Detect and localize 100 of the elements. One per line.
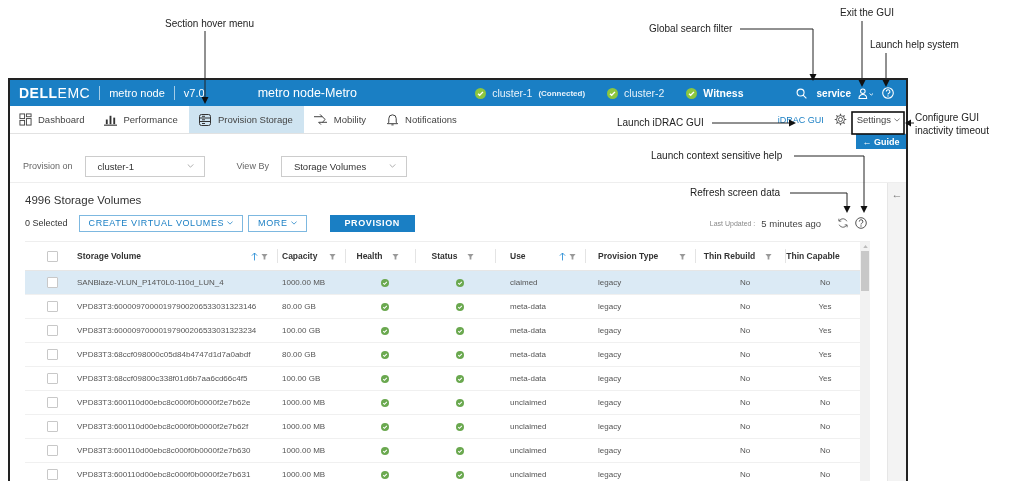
- section-title: 4996 Storage Volumes: [25, 194, 142, 208]
- highlight-frame: [851, 111, 905, 135]
- table-cell: 80.00 GB: [282, 302, 316, 311]
- column-header[interactable]: Health: [356, 251, 383, 261]
- nav-tab[interactable]: Performance: [95, 106, 189, 133]
- column-header[interactable]: Status: [431, 251, 458, 261]
- table-cell: 1000.00 MB: [282, 470, 326, 479]
- filter-icon[interactable]: [329, 252, 336, 260]
- cluster-name[interactable]: Witness: [703, 87, 744, 99]
- table-cell: legacy: [598, 302, 622, 311]
- table-cell: meta-data: [510, 302, 547, 311]
- table-row[interactable]: VPD83T3:68ccf09800c338f01d6b7aa6cd66c4f5 100.00 GB meta-data legacy No Yes: [25, 367, 860, 391]
- dropdown-field[interactable]: cluster-1: [84, 155, 205, 177]
- table-cell: 1000.00 MB: [282, 398, 326, 407]
- filter-label: Provision on: [23, 161, 73, 171]
- table-row[interactable]: VPD83T3:68ccf098000c05d84b4747d1d7a0abdf 80.00 GB meta-data legacy No Yes: [25, 343, 860, 367]
- table-cell: Yes: [818, 350, 832, 359]
- cluster-name[interactable]: cluster-2: [624, 87, 665, 99]
- row-checkbox[interactable]: [46, 421, 58, 432]
- action-button[interactable]: MORE: [248, 214, 307, 232]
- row-checkbox[interactable]: [46, 301, 58, 312]
- table-cell: 80.00 GB: [282, 350, 316, 359]
- filter-icon[interactable]: [261, 252, 268, 260]
- nav-tab[interactable]: Notifications: [377, 106, 468, 133]
- logo: DELLEMC: [19, 85, 91, 101]
- table-cell: No: [739, 470, 751, 479]
- row-checkbox[interactable]: [46, 445, 58, 456]
- filter-icon[interactable]: [569, 252, 576, 260]
- row-checkbox[interactable]: [46, 349, 58, 360]
- settings-dropdown[interactable]: Settings: [856, 114, 900, 125]
- annotation-label: Launch iDRAC GUI: [617, 116, 704, 129]
- bell-icon: [386, 113, 400, 126]
- table-cell: No: [739, 302, 751, 311]
- filter-label: View By: [236, 161, 269, 171]
- table-cell: VPD83T3:600110d00ebc8c000f0b0000f2e7b631: [77, 470, 251, 479]
- annotation-label: Section hover menu: [165, 17, 254, 30]
- refresh-icon[interactable]: [837, 217, 849, 229]
- row-checkbox[interactable]: [46, 277, 58, 288]
- table-row[interactable]: VPD83T3:600110d00ebc8c000f0b0000f2e7b630 1000.00 MB unclaimed legacy No No: [25, 439, 860, 463]
- product-name: metro node: [109, 87, 165, 99]
- filter-icon[interactable]: [392, 252, 400, 260]
- table-cell: No: [739, 326, 751, 335]
- row-checkbox[interactable]: [46, 397, 58, 408]
- table-cell: No: [739, 446, 751, 455]
- table-row[interactable]: SANBlaze-VLUN_P14T0L0-110d_LUN_4 1000.00 MB claimed legacy No No: [25, 271, 860, 295]
- sort-up-icon[interactable]: [559, 251, 566, 261]
- table-cell: legacy: [598, 422, 622, 431]
- caret-icon: [290, 221, 297, 225]
- scrollbar-thumb[interactable]: [861, 251, 869, 291]
- table-row[interactable]: VPD83T3:600110d00ebc8c000f0b0000f2e7b62f 1000.00 MB unclaimed legacy No No: [25, 415, 860, 439]
- filter-icon[interactable]: [679, 252, 686, 260]
- caret-icon: [388, 164, 396, 168]
- annotation-label: Launch help system: [870, 38, 959, 51]
- table-cell: 1000.00 MB: [282, 422, 326, 431]
- user-name: service: [816, 87, 851, 99]
- select-all-checkbox[interactable]: [46, 250, 58, 262]
- column-header[interactable]: Thin Capable: [786, 251, 840, 261]
- user-menu-icon[interactable]: [858, 87, 875, 99]
- row-checkbox[interactable]: [46, 373, 58, 384]
- table-row[interactable]: VPD83T3:600110d00ebc8c000f0b0000f2e7b62e 1000.00 MB unclaimed legacy No No: [25, 391, 860, 415]
- last-updated-time: 5 minutes ago: [761, 217, 821, 229]
- table-cell: VPD83T3:600110d00ebc8c000f0b0000f2e7b630: [77, 446, 251, 455]
- table-cell: No: [739, 422, 751, 431]
- cluster-state: (Connected): [538, 88, 586, 98]
- nav-tab[interactable]: Dashboard: [10, 106, 96, 133]
- table-cell: unclaimed: [510, 446, 547, 455]
- table-cell: No: [739, 398, 751, 407]
- help-icon[interactable]: [855, 217, 867, 229]
- filter-icon[interactable]: [467, 252, 475, 260]
- action-button[interactable]: CREATE VIRTUAL VOLUMES: [78, 214, 244, 232]
- scrollbar[interactable]: [860, 242, 870, 481]
- expand-panel-arrow[interactable]: ←: [891, 188, 903, 202]
- row-checkbox[interactable]: [46, 325, 58, 336]
- table-cell: VPD83T3:60000970000197900206533031323234: [77, 326, 257, 335]
- table-row[interactable]: VPD83T3:60000970000197900206533031323146 80.00 GB meta-data legacy No Yes: [25, 295, 860, 319]
- scroll-up-icon[interactable]: [862, 245, 868, 248]
- row-checkbox[interactable]: [46, 469, 58, 480]
- column-header[interactable]: Provision Type: [598, 251, 659, 261]
- column-header[interactable]: Capacity: [282, 251, 318, 261]
- annotation-label: Global search filter: [649, 22, 733, 35]
- column-header[interactable]: Use: [510, 251, 526, 261]
- settings-icon[interactable]: [833, 113, 847, 126]
- search-icon[interactable]: [795, 87, 807, 99]
- table-cell: legacy: [598, 446, 622, 455]
- table-cell: legacy: [598, 470, 622, 479]
- caret-icon: [894, 117, 900, 122]
- action-button[interactable]: PROVISION: [329, 214, 415, 232]
- filter-icon[interactable]: [765, 252, 773, 260]
- column-header[interactable]: Thin Rebuild: [703, 251, 756, 261]
- dropdown-field[interactable]: Storage Volumes: [280, 155, 407, 177]
- table-cell: 1000.00 MB: [282, 278, 326, 287]
- nav-tab[interactable]: Mobility: [303, 106, 378, 133]
- table-row[interactable]: VPD83T3:600110d00ebc8c000f0b0000f2e7b631 1000.00 MB unclaimed legacy No No: [25, 463, 860, 481]
- table-cell: VPD83T3:600110d00ebc8c000f0b0000f2e7b62f: [77, 422, 249, 431]
- sort-up-icon[interactable]: [251, 251, 258, 261]
- column-header[interactable]: Storage Volume: [77, 251, 142, 261]
- table-row[interactable]: VPD83T3:60000970000197900206533031323234 100.00 GB meta-data legacy No Yes: [25, 319, 860, 343]
- cluster-name[interactable]: cluster-1: [492, 87, 533, 99]
- nav-tab[interactable]: Provision Storage: [188, 106, 304, 133]
- table-cell: unclaimed: [510, 422, 547, 431]
